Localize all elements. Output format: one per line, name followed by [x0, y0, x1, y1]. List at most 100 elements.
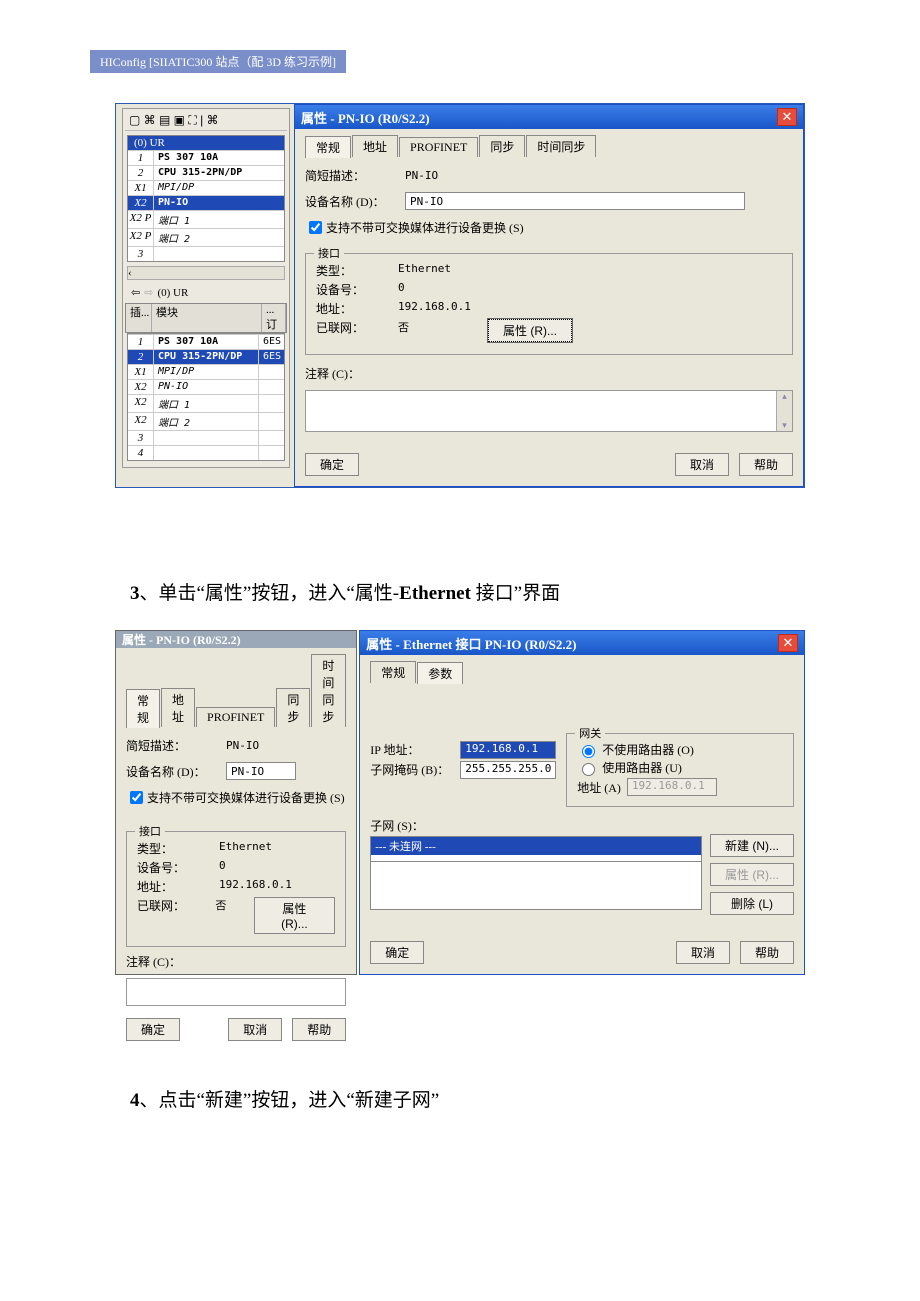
- tab-timesync[interactable]: 时间同步: [526, 135, 596, 157]
- swap-media-label-2: 支持不带可交换媒体进行设备更换 (S): [147, 789, 345, 806]
- tab-general[interactable]: 常规: [305, 136, 351, 158]
- help-button-3[interactable]: 帮助: [740, 941, 794, 964]
- devname-input[interactable]: [405, 192, 745, 210]
- devno-value: 0: [398, 281, 405, 298]
- gateway-legend: 网关: [575, 725, 605, 741]
- tab-profinet[interactable]: PROFINET: [399, 137, 478, 157]
- comment-textarea[interactable]: ▴▾: [305, 390, 793, 432]
- swap-media-checkbox[interactable]: [309, 221, 322, 234]
- table-row[interactable]: 2CPU 315-2PN/DP6ES: [128, 349, 284, 364]
- ip-input[interactable]: 192.168.0.1: [460, 741, 556, 759]
- table-row[interactable]: X2端口 1: [128, 394, 284, 412]
- nav-fwd-icon[interactable]: ⇨: [144, 286, 153, 299]
- tabs: 常规 地址 PROFINET 同步 时间同步: [305, 135, 793, 157]
- ok-button[interactable]: 确定: [305, 453, 359, 476]
- devno-label: 设备号：: [316, 281, 398, 298]
- table-row[interactable]: X1MPI/DP: [128, 364, 284, 379]
- tab-general-2[interactable]: 常规: [126, 689, 160, 728]
- cancel-button[interactable]: 取消: [675, 453, 729, 476]
- table-row[interactable]: X2 P端口 2: [128, 228, 284, 246]
- mask-label: 子网掩码 (B)：: [370, 761, 460, 779]
- table-row[interactable]: 2CPU 315-2PN/DP: [128, 165, 284, 180]
- comment-textarea-2[interactable]: [126, 978, 346, 1006]
- dialog-foot: 确定 取消 帮助: [295, 445, 803, 486]
- comment-label-2: 注释 (C)：: [126, 953, 226, 970]
- nav-label: (0) UR: [157, 287, 188, 299]
- delete-subnet-button[interactable]: 删除 (L): [710, 892, 794, 915]
- net-label: 已联网：: [316, 319, 398, 342]
- help-button-2[interactable]: 帮助: [292, 1018, 346, 1041]
- tab-address-2[interactable]: 地址: [161, 688, 195, 727]
- table-row[interactable]: X2 P端口 1: [128, 210, 284, 228]
- tab-sync[interactable]: 同步: [479, 135, 525, 157]
- close-icon[interactable]: ✕: [777, 108, 797, 126]
- hw-rack-bottom: 1PS 307 10A6ES2CPU 315-2PN/DP6ESX1MPI/DP…: [127, 333, 285, 461]
- dlgb-titlebar: 属性 - Ethernet 接口 PN-IO (R0/S2.2) ✕: [360, 631, 804, 655]
- dialog-pnio-bg: 属性 - PN-IO (R0/S2.2) 常规 地址 PROFINET 同步 时…: [115, 630, 357, 975]
- comment-scrollbar[interactable]: ▴▾: [776, 391, 792, 431]
- dialog-ethernet-properties: 属性 - Ethernet 接口 PN-IO (R0/S2.2) ✕ 常规 参数…: [359, 630, 805, 975]
- devname-label: 设备名称 (D)：: [305, 193, 405, 210]
- mask-input[interactable]: 255.255.255.0: [460, 761, 556, 779]
- swap-media-checkbox-2[interactable]: [130, 791, 143, 804]
- help-button[interactable]: 帮助: [739, 453, 793, 476]
- comment-label: 注释 (C)：: [305, 365, 405, 382]
- gw-no-radio[interactable]: [582, 745, 595, 758]
- net-value: 否: [398, 319, 488, 342]
- rack-header: (0) UR: [128, 136, 284, 150]
- properties-button[interactable]: 属性 (R)...: [488, 319, 572, 342]
- shortdesc-label-2: 简短描述：: [126, 737, 226, 754]
- interface-group-2: 接口 类型：Ethernet 设备号：0 地址：192.168.0.1 已联网：…: [126, 831, 346, 947]
- cancel-button-3[interactable]: 取消: [676, 941, 730, 964]
- devname-input-2[interactable]: [226, 762, 296, 780]
- interface-group-legend-2: 接口: [135, 823, 165, 839]
- tab-general-3[interactable]: 常规: [370, 661, 416, 683]
- table-row[interactable]: X2PN-IO: [128, 195, 284, 210]
- table-row[interactable]: 3: [128, 246, 284, 261]
- tab-timesync-2[interactable]: 时间同步: [311, 654, 346, 727]
- tab-address[interactable]: 地址: [352, 135, 398, 157]
- shortdesc-value-2: PN-IO: [226, 739, 259, 752]
- addr-label: 地址：: [316, 300, 398, 317]
- screenshot-1: ▢ ⌘ ▤ ▣ ⛶ | ⌘ (0) UR 1PS 307 10A2CPU 315…: [115, 103, 805, 488]
- table-row[interactable]: X2端口 2: [128, 412, 284, 430]
- step-4-text: 4、点击“新建”按钮，进入“新建子网”: [130, 1085, 830, 1112]
- nav-back-icon[interactable]: ⇦: [131, 286, 140, 299]
- gw-yes-label: 使用路由器 (U): [602, 759, 682, 776]
- table-row[interactable]: 1PS 307 10A: [128, 150, 284, 165]
- addr-label-2: 地址：: [137, 878, 219, 895]
- properties-button-2[interactable]: 属性 (R)...: [254, 897, 336, 934]
- subnet-list-body[interactable]: [370, 862, 702, 910]
- addr-value-2: 192.168.0.1: [219, 878, 292, 895]
- table-row[interactable]: X2PN-IO: [128, 379, 284, 394]
- ok-button-3[interactable]: 确定: [370, 941, 424, 964]
- devno-value-2: 0: [219, 859, 226, 876]
- hw-bottom-header: 插... 模块 ... 订: [125, 303, 287, 333]
- gw-yes-radio[interactable]: [582, 763, 595, 776]
- dlga-title: 属性 - PN-IO (R0/S2.2): [122, 631, 241, 648]
- close-icon-2[interactable]: ✕: [778, 634, 798, 652]
- gw-no-label: 不使用路由器 (O): [602, 741, 694, 758]
- table-row[interactable]: 1PS 307 10A6ES: [128, 334, 284, 349]
- gw-addr-input: 192.168.0.1: [627, 778, 717, 796]
- hw-toolbar[interactable]: ▢ ⌘ ▤ ▣ ⛶ | ⌘: [125, 111, 287, 131]
- hwconfig-pane: ▢ ⌘ ▤ ▣ ⛶ | ⌘ (0) UR 1PS 307 10A2CPU 315…: [122, 108, 290, 468]
- hw-nav[interactable]: ⇦ ⇨ (0) UR: [125, 282, 287, 303]
- doc-tag: HIConfig [SIIATIC300 站点（配 3D 练习示例]: [90, 50, 346, 73]
- cancel-button-2[interactable]: 取消: [228, 1018, 282, 1041]
- ok-button-2[interactable]: 确定: [126, 1018, 180, 1041]
- subnet-list[interactable]: --- 未连网 ---: [370, 836, 702, 862]
- tab-profinet-2[interactable]: PROFINET: [196, 707, 275, 727]
- subnet-entry[interactable]: --- 未连网 ---: [371, 837, 701, 855]
- new-subnet-button[interactable]: 新建 (N)...: [710, 834, 794, 857]
- hw-hscroll[interactable]: ‹: [127, 266, 285, 280]
- type-label-2: 类型：: [137, 840, 219, 857]
- table-row[interactable]: X1MPI/DP: [128, 180, 284, 195]
- table-row[interactable]: 4: [128, 445, 284, 460]
- dialog-titlebar: 属性 - PN-IO (R0/S2.2) ✕: [295, 105, 803, 129]
- tab-params[interactable]: 参数: [417, 662, 463, 684]
- tab-sync-2[interactable]: 同步: [276, 688, 310, 727]
- table-row[interactable]: 3: [128, 430, 284, 445]
- col-ord: ... 订: [262, 304, 286, 332]
- screenshot-2: 属性 - PN-IO (R0/S2.2) 常规 地址 PROFINET 同步 时…: [115, 630, 805, 975]
